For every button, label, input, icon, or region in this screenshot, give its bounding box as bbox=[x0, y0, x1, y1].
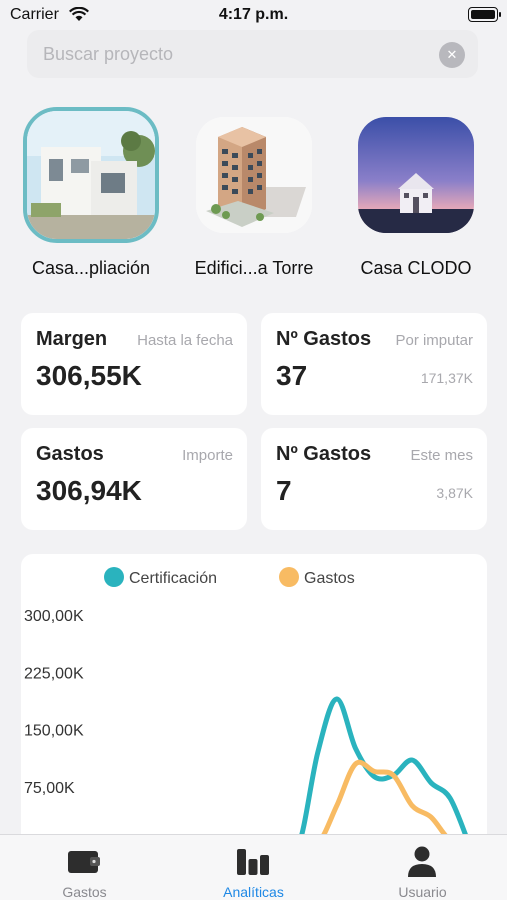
card-value: 37 bbox=[276, 360, 308, 391]
card-title: Nº Gastos bbox=[276, 443, 372, 465]
chart-card: Certificación Gastos 300,00K 225,00K 150,00K… bbox=[21, 554, 487, 854]
card-subtitle: Importe bbox=[182, 447, 233, 464]
y-tick-label: 150,00K bbox=[24, 723, 84, 740]
tab-label: Gastos bbox=[62, 884, 107, 900]
project-thumbnail[interactable] bbox=[358, 117, 474, 233]
status-bar: Carrier 4:17 p.m. bbox=[0, 0, 507, 30]
card-subtitle: Este mes bbox=[410, 447, 473, 464]
search-bar: ✕ bbox=[27, 30, 478, 78]
y-tick-label: 75,00K bbox=[24, 780, 75, 797]
line-chart: Certificación Gastos 300,00K 225,00K 150,00K… bbox=[24, 567, 472, 854]
building-illustration bbox=[196, 117, 312, 233]
card-title: Gastos bbox=[36, 443, 104, 465]
project-thumbnail[interactable] bbox=[23, 107, 159, 243]
bar-chart-icon bbox=[237, 849, 269, 875]
expenses-card[interactable]: Gastos Importe 306,94K bbox=[21, 428, 247, 530]
tab-analiticas[interactable]: Analíticas bbox=[169, 835, 338, 900]
tab-label: Usuario bbox=[398, 884, 447, 900]
battery-icon bbox=[468, 7, 501, 22]
card-value: 7 bbox=[276, 475, 292, 506]
card-title: Nº Gastos bbox=[276, 328, 372, 350]
card-subtitle: Hasta la fecha bbox=[137, 332, 233, 349]
y-tick-label: 300,00K bbox=[24, 608, 84, 625]
card-amount: 171,37K bbox=[420, 370, 473, 386]
series-line bbox=[88, 696, 472, 854]
pending-expenses-card[interactable]: Nº Gastos Por imputar 37 171,37K bbox=[261, 313, 487, 415]
search-input[interactable] bbox=[43, 42, 423, 66]
margin-card[interactable]: Margen Hasta la fecha 306,55K bbox=[21, 313, 247, 415]
house-photo bbox=[27, 111, 155, 239]
tab-usuario[interactable]: Usuario bbox=[338, 835, 507, 900]
legend-label: Gastos bbox=[304, 570, 355, 587]
tab-bar: Gastos Analíticas Usuario bbox=[0, 834, 507, 900]
project-name: Casa...pliación bbox=[31, 258, 151, 278]
project-thumbnail[interactable] bbox=[196, 117, 312, 233]
user-icon bbox=[408, 846, 436, 877]
legend-swatch bbox=[279, 567, 299, 587]
tab-gastos[interactable]: Gastos bbox=[0, 835, 169, 900]
clock-label: 4:17 p.m. bbox=[218, 6, 289, 23]
project-name: Casa CLODO bbox=[360, 258, 472, 278]
y-tick-label: 225,00K bbox=[24, 665, 84, 682]
clear-search-button[interactable]: ✕ bbox=[439, 42, 465, 68]
monthly-expenses-card[interactable]: Nº Gastos Este mes 7 3,87K bbox=[261, 428, 487, 530]
card-amount: 3,87K bbox=[436, 485, 473, 501]
card-value: 306,94K bbox=[36, 475, 142, 506]
legend-label: Certificación bbox=[129, 570, 217, 587]
card-value: 306,55K bbox=[36, 360, 142, 391]
card-subtitle: Por imputar bbox=[395, 332, 473, 349]
project-name: Edifici...a Torre bbox=[194, 258, 314, 278]
wallet-icon bbox=[68, 851, 100, 873]
farmhouse-photo bbox=[358, 117, 474, 233]
tab-label: Analíticas bbox=[223, 884, 284, 900]
legend-swatch bbox=[104, 567, 124, 587]
card-title: Margen bbox=[36, 328, 108, 350]
